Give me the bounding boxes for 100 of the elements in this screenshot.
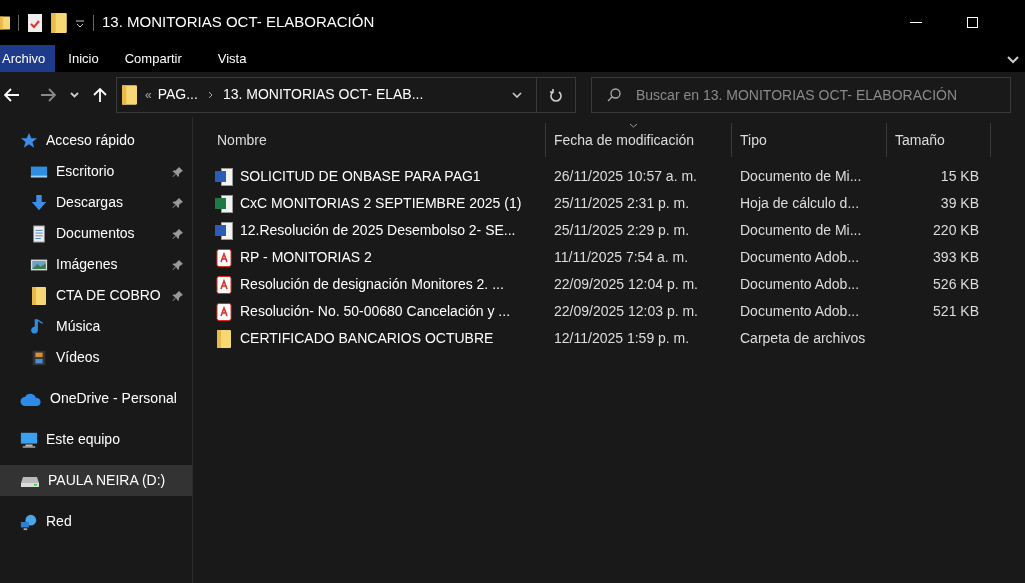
sidebar-item[interactable]: Imágenes [0, 249, 192, 280]
sidebar-label: Vídeos [56, 348, 100, 367]
size-cell-text: 15 KB [940, 167, 979, 186]
sidebar-label: OneDrive - Personal [50, 389, 177, 408]
sidebar-label: Acceso rápido [46, 131, 135, 150]
search-field[interactable]: Buscar en 13. MONITORIAS OCT- ELABORACIÓN [591, 76, 1011, 113]
column-header[interactable]: Tipo [732, 123, 887, 157]
file-row[interactable]: CxC MONITORIAS 2 SEPTIEMBRE 2025 (1) 25/11/2025 2:31 p. m. Hoja de cálculo d... 39 KB [209, 190, 1025, 217]
window-title: 13. MONITORIAS OCT- ELABORACIÓN [102, 12, 375, 33]
up-arrow-icon[interactable] [93, 86, 107, 103]
ribbon-tab[interactable]: Archivo [0, 45, 56, 72]
size-cell-text: 220 KB [933, 221, 979, 240]
date-cell-text: 12/11/2025 1:59 p. m. [553, 329, 691, 348]
sidebar-label: PAULA NEIRA (D:) [48, 471, 166, 490]
pdf-icon [216, 302, 232, 321]
sidebar-label: CTA DE COBRO [56, 286, 161, 305]
sidebar-label: Música [56, 317, 101, 336]
address-bar[interactable]: « PAG... 13. MONITORIAS OCT- ELAB... [116, 76, 576, 113]
monitor-icon [20, 430, 38, 449]
sidebar-label: Descargas [56, 193, 123, 212]
forward-arrow-icon[interactable] [40, 87, 56, 102]
file-row[interactable]: CERTIFICADO BANCARIOS OCTUBRE 12/11/2025 1:59 p. m. Carpeta de archivos [209, 325, 1025, 352]
ribbon-tab[interactable]: Inicio [55, 45, 112, 72]
sidebar-item[interactable]: Descargas [0, 187, 192, 218]
file-row[interactable]: Resolución- No. 50-00680 Cancelación y ... 22/09/2025 12:03 p. m. Documento Adob... 521 KB [209, 298, 1025, 325]
file-row[interactable]: 12.Resolución de 2025 Desembolso 2- SE... 25/11/2025 2:29 p. m. Documento de Mi... 220 KB [209, 217, 1025, 244]
sidebar-label: Imágenes [56, 255, 118, 274]
network-globe-icon [20, 512, 38, 531]
spreadsheet-icon [215, 194, 233, 213]
properties-check-icon[interactable] [27, 12, 43, 33]
folder-icon [30, 286, 48, 305]
file-name: Resolución de designación Monitores 2. ... [240, 275, 504, 294]
date-cell-text: 25/11/2025 2:31 p. m. [553, 194, 691, 213]
file-row[interactable]: SOLICITUD DE ONBASE PARA PAG1 26/11/2025 10:57 a. m. Documento de Mi... 15 KB [209, 163, 1025, 190]
sidebar-item[interactable]: OneDrive - Personal [0, 383, 192, 414]
size-cell-text: 521 KB [933, 302, 979, 321]
film-icon [30, 348, 48, 367]
date-cell-text: 22/09/2025 12:03 p. m. [553, 302, 699, 321]
column-header[interactable]: Fecha de modificación [546, 123, 732, 157]
file-name: RP - MONITORIAS 2 [240, 248, 372, 267]
type-cell-text: Documento Adob... [739, 275, 861, 294]
file-row[interactable]: Resolución de designación Monitores 2. ... 22/09/2025 12:04 p. m. Documento Adob... 526 KB [209, 271, 1025, 298]
sidebar-label: Este equipo [46, 430, 120, 449]
sidebar-item[interactable]: Vídeos [0, 342, 192, 373]
file-name: CERTIFICADO BANCARIOS OCTUBRE [240, 329, 494, 348]
overflow-chevron[interactable]: « [145, 85, 152, 104]
file-name: SOLICITUD DE ONBASE PARA PAG1 [240, 167, 481, 186]
size-cell-text: 393 KB [933, 248, 979, 267]
type-cell-text: Documento de Mi... [739, 221, 863, 240]
address-dropdown-icon[interactable] [512, 91, 522, 98]
refresh-icon[interactable] [550, 87, 562, 102]
sidebar-item[interactable]: Música [0, 311, 192, 342]
pdf-icon [216, 275, 232, 294]
type-cell-text: Documento de Mi... [739, 167, 863, 186]
word-document-icon [215, 167, 233, 186]
date-cell-text: 22/09/2025 12:04 p. m. [553, 275, 699, 294]
folder-icon [217, 329, 231, 348]
size-cell-text: 526 KB [933, 275, 979, 294]
search-icon [607, 87, 621, 102]
pdf-icon [216, 248, 232, 267]
sidebar-item[interactable]: Red [0, 506, 192, 537]
back-arrow-icon[interactable] [4, 87, 20, 102]
sidebar-label: Documentos [56, 224, 135, 243]
breadcrumb-segment[interactable]: PAG... [157, 84, 198, 105]
breadcrumb-chevron-icon[interactable] [207, 90, 213, 99]
column-header[interactable]: Nombre [209, 123, 546, 157]
sidebar-item[interactable]: Este equipo [0, 424, 192, 455]
date-cell-text: 25/11/2025 2:29 p. m. [553, 221, 691, 240]
word-document-icon [215, 221, 233, 240]
column-header[interactable]: Tamaño [887, 123, 991, 157]
type-cell-text: Documento Adob... [739, 248, 861, 267]
new-folder-icon [51, 12, 67, 33]
ribbon-tab[interactable]: Vista [204, 45, 260, 72]
type-cell-text: Hoja de cálculo d... [739, 194, 861, 213]
sidebar-item[interactable]: CTA DE COBRO [0, 280, 192, 311]
document-icon [30, 224, 48, 243]
ribbon-tab[interactable]: Compartir [111, 45, 195, 72]
expand-ribbon-icon[interactable] [1007, 53, 1019, 64]
customize-dropdown-icon[interactable] [75, 17, 85, 28]
file-name: 12.Resolución de 2025 Desembolso 2- SE... [240, 221, 516, 240]
sort-indicator-icon [629, 123, 638, 128]
sidebar-label: Red [46, 512, 72, 531]
type-cell-text: Documento Adob... [739, 302, 861, 321]
folder-icon [122, 84, 137, 105]
size-cell-text: 39 KB [940, 194, 979, 213]
date-cell-text: 11/11/2025 7:54 a. m. [553, 248, 690, 267]
sidebar-item[interactable]: Acceso rápido [0, 125, 192, 156]
sidebar-item[interactable]: Documentos [0, 218, 192, 249]
sidebar-item[interactable]: Escritorio [0, 156, 192, 187]
download-arrow-icon [30, 193, 48, 212]
type-cell-text: Carpeta de archivos [739, 329, 867, 348]
drive-icon [20, 474, 40, 487]
date-cell-text: 26/11/2025 10:57 a. m. [553, 167, 698, 186]
star-icon [20, 131, 38, 150]
breadcrumb-segment[interactable]: 13. MONITORIAS OCT- ELAB... [222, 84, 424, 105]
sidebar-item[interactable]: PAULA NEIRA (D:) [0, 465, 192, 496]
sidebar-label: Escritorio [56, 162, 115, 181]
file-name: Resolución- No. 50-00680 Cancelación y ... [240, 302, 511, 321]
recent-locations-icon[interactable] [70, 91, 79, 98]
file-row[interactable]: RP - MONITORIAS 2 11/11/2025 7:54 a. m. Documento Adob... 393 KB [209, 244, 1025, 271]
